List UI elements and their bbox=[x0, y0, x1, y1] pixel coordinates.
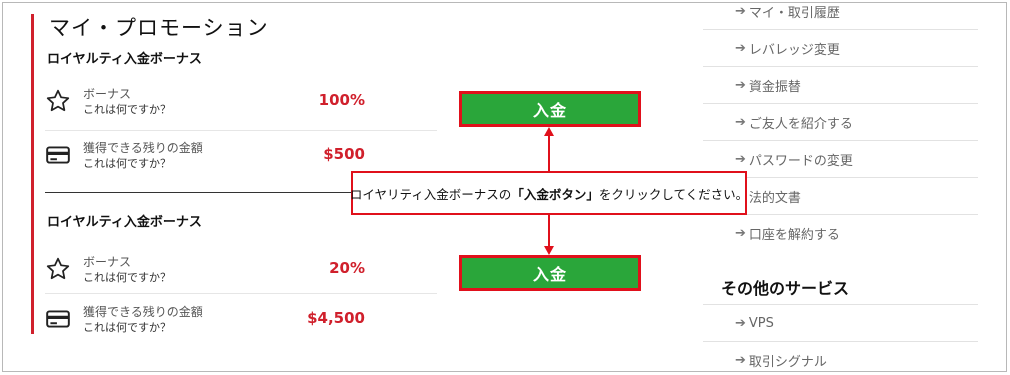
promotion-1-bonus-row: ボーナス これは何ですか？ 100% bbox=[45, 75, 437, 131]
sidebar-item-label: 資金振替 bbox=[748, 79, 801, 95]
credit-card-icon bbox=[45, 306, 71, 332]
chevron-right-icon: ➔ bbox=[735, 40, 746, 56]
deposit-button-2[interactable]: 入金 bbox=[459, 255, 641, 291]
instruction-callout: ロイヤリティ入金ボーナスの 「入金ボタン」 をクリックしてください。 bbox=[349, 171, 749, 215]
deposit-button-1[interactable]: 入金 bbox=[459, 91, 641, 127]
remaining-help-link[interactable]: これは何ですか？ bbox=[83, 155, 171, 171]
sidebar-item-label: ご友人を紹介する bbox=[748, 116, 853, 132]
sidebar-item-label: パスワードの変更 bbox=[748, 153, 853, 169]
sidebar-item-fund-transfer[interactable]: ➔ 資金振替 bbox=[703, 67, 978, 104]
sidebar-item-label: 法的文書 bbox=[748, 190, 801, 206]
remaining-help-link[interactable]: これは何ですか？ bbox=[83, 319, 171, 335]
chevron-right-icon: ➔ bbox=[735, 3, 746, 19]
sidebar-item-refer-friend[interactable]: ➔ ご友人を紹介する bbox=[703, 104, 978, 141]
sidebar-item-close-account[interactable]: ➔ 口座を解約する bbox=[703, 215, 978, 252]
callout-text-emphasis: 「入金ボタン」 bbox=[511, 186, 599, 202]
promotion-1-heading: ロイヤルティ入金ボーナス bbox=[47, 52, 202, 67]
sidebar-item-label: 口座を解約する bbox=[748, 228, 840, 243]
star-icon bbox=[45, 256, 71, 282]
section-accent-bar bbox=[31, 14, 34, 334]
sidebar-item-trade-signals[interactable]: ➔ 取引シグナル bbox=[703, 342, 978, 371]
bonus-label: ボーナス bbox=[83, 87, 132, 101]
up-arrow-icon bbox=[544, 127, 554, 171]
bonus-label: ボーナス bbox=[83, 255, 132, 269]
sidebar-item-label: 取引シグナル bbox=[748, 354, 827, 370]
remaining-label: 獲得できる残りの金額 bbox=[83, 141, 203, 155]
credit-card-icon bbox=[45, 142, 71, 168]
remaining-value: $500 bbox=[323, 145, 365, 163]
sidebar-item-label: マイ・取引履歴 bbox=[748, 5, 840, 21]
chevron-right-icon: ➔ bbox=[735, 226, 746, 241]
page-title: マイ・プロモーション bbox=[49, 16, 269, 40]
chevron-right-icon: ➔ bbox=[735, 77, 746, 93]
promotion-2-heading: ロイヤルティ入金ボーナス bbox=[47, 215, 202, 230]
remaining-value: $4,500 bbox=[307, 309, 365, 327]
star-icon bbox=[45, 88, 71, 114]
page-frame: マイ・プロモーション ロイヤルティ入金ボーナス ボーナス これは何ですか？ 10… bbox=[2, 2, 1007, 372]
sidebar-item-label: レバレッジ変更 bbox=[748, 42, 840, 58]
sidebar-item-leverage[interactable]: ➔ レバレッジ変更 bbox=[703, 30, 978, 67]
bonus-value: 20% bbox=[329, 259, 365, 277]
chevron-right-icon: ➔ bbox=[735, 114, 746, 130]
sidebar-item-vps[interactable]: ➔ VPS bbox=[703, 305, 978, 342]
bonus-help-link[interactable]: これは何ですか？ bbox=[83, 269, 171, 285]
chevron-right-icon: ➔ bbox=[735, 151, 746, 167]
remaining-label: 獲得できる残りの金額 bbox=[83, 305, 203, 319]
sidebar-item-trade-history[interactable]: ➔ マイ・取引履歴 bbox=[703, 3, 978, 30]
promotion-2-remaining-row: 獲得できる残りの金額 これは何ですか？ $4,500 bbox=[45, 293, 437, 349]
callout-text-after: をクリックしてください。 bbox=[598, 186, 749, 202]
bonus-help-link[interactable]: これは何ですか？ bbox=[83, 101, 171, 117]
callout-text-before: ロイヤリティ入金ボーナスの bbox=[349, 186, 512, 202]
other-services-heading: その他のサービス bbox=[721, 279, 850, 298]
promotion-2-bonus-row: ボーナス これは何ですか？ 20% bbox=[45, 243, 437, 299]
down-arrow-icon bbox=[544, 215, 554, 255]
chevron-right-icon: ➔ bbox=[735, 315, 746, 331]
sidebar-item-label: VPS bbox=[748, 315, 774, 331]
bonus-value: 100% bbox=[318, 91, 365, 109]
chevron-right-icon: ➔ bbox=[735, 352, 746, 368]
